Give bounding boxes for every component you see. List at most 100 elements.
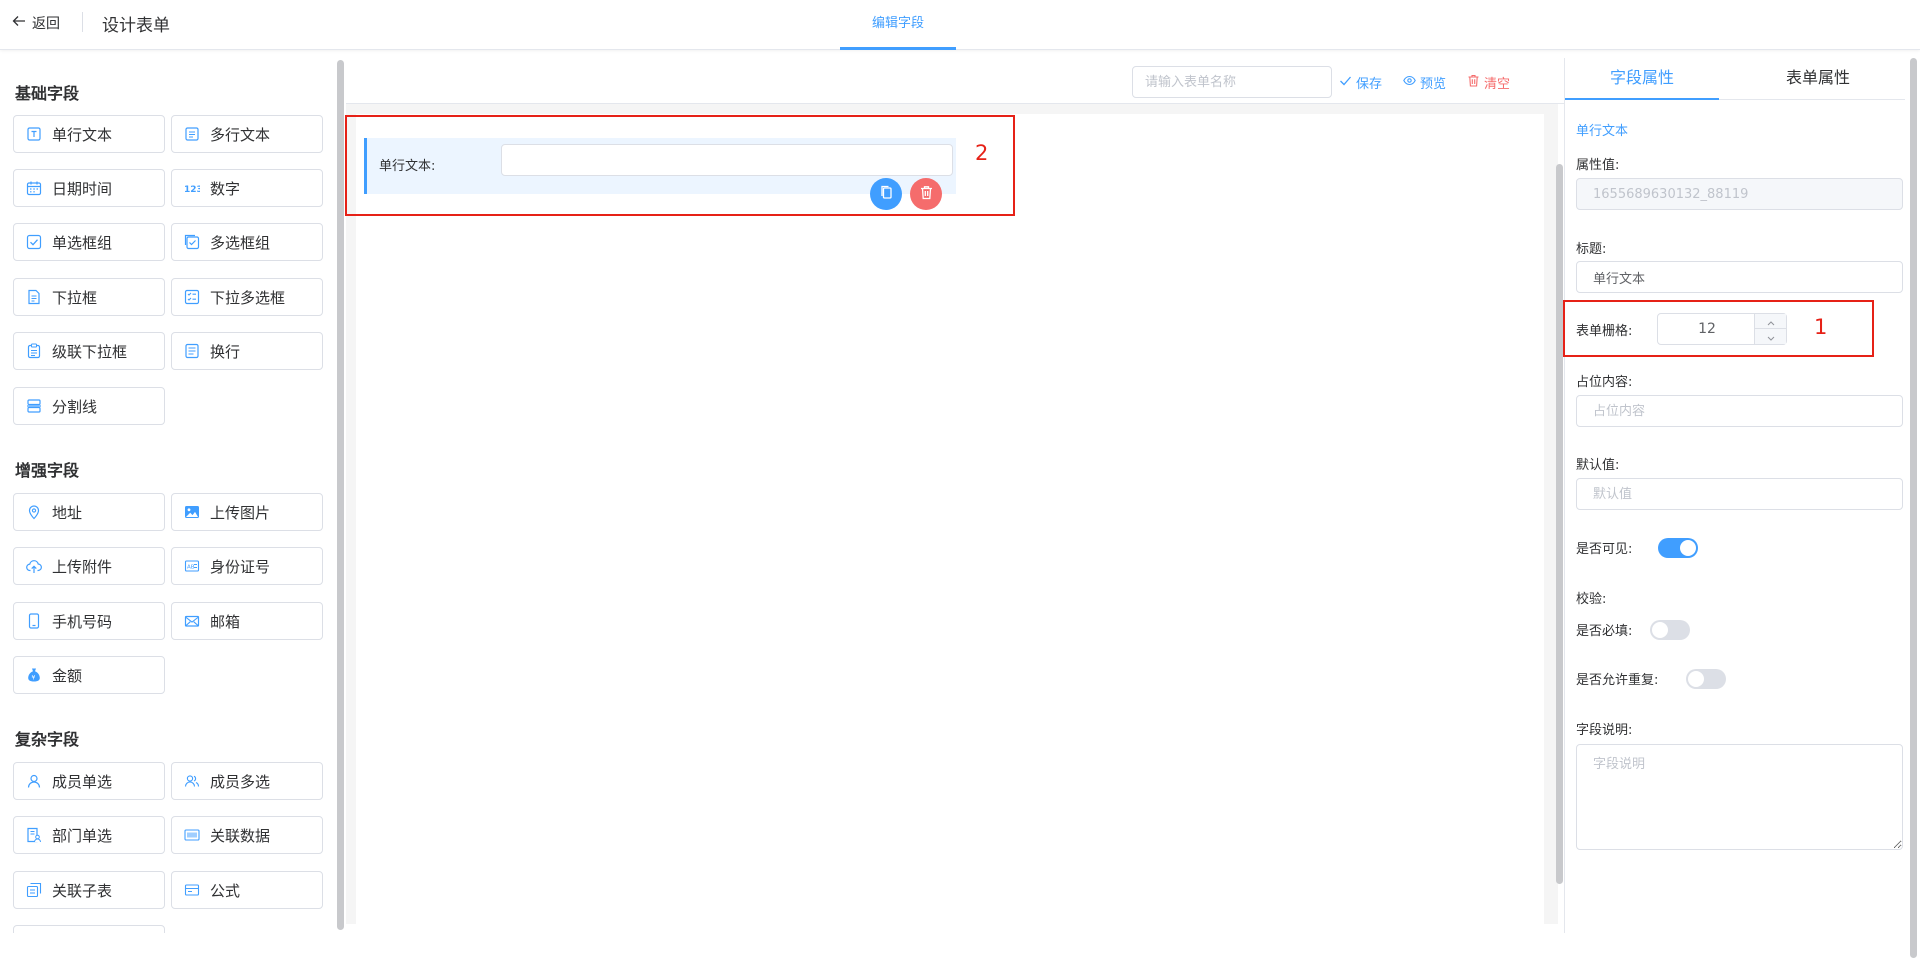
default-value-input[interactable] [1576, 478, 1903, 510]
field-related-data[interactable]: 关联数据 [171, 816, 323, 854]
visible-toggle[interactable] [1658, 538, 1698, 558]
field-label: 换行 [210, 342, 241, 361]
field-formula[interactable]: 公式 [171, 871, 323, 909]
field-label: 日期时间 [52, 179, 113, 198]
title-input[interactable] [1576, 261, 1903, 293]
users-icon [184, 773, 200, 789]
field-checkbox-group[interactable]: 多选框组 [171, 223, 323, 261]
eye-icon [1403, 74, 1416, 91]
group-title-basic: 基础字段 [15, 84, 80, 103]
page-title: 设计表单 [102, 16, 170, 36]
placeholder-input[interactable] [1576, 395, 1903, 427]
field-label: 分割线 [52, 397, 98, 416]
field-member-multi[interactable]: 成员多选 [171, 762, 323, 800]
field-upload-attachment[interactable]: 上传附件 [13, 547, 165, 585]
field-palette: 基础字段 单行文本 多行文本 日期时间 123 数字 单选框组 多选框组 下拉框… [0, 58, 336, 933]
field-label: 多行文本 [210, 125, 271, 144]
form-name-input[interactable] [1132, 66, 1332, 98]
tab-field-properties[interactable]: 字段属性 [1565, 58, 1719, 100]
radio-group-icon [26, 234, 42, 250]
toggle-knob [1680, 540, 1696, 556]
location-icon [26, 504, 42, 520]
preview-button[interactable]: 预览 [1403, 73, 1446, 92]
field-number[interactable]: 123 数字 [171, 169, 323, 207]
field-cascader[interactable]: 级联下拉框 [13, 332, 165, 370]
save-button[interactable]: 保存 [1339, 73, 1382, 92]
description-label: 字段说明: [1576, 723, 1633, 738]
field-email[interactable]: 邮箱 [171, 602, 323, 640]
field-label: 关联数据 [210, 826, 271, 845]
field-label: 身份证号 [210, 557, 271, 576]
phone-icon [26, 613, 42, 629]
multi-line-text-icon [184, 126, 200, 142]
arrow-left-icon [12, 14, 26, 32]
field-department-single[interactable]: 部门单选 [13, 816, 165, 854]
back-button[interactable]: 返回 [12, 13, 60, 33]
single-line-text-icon [26, 126, 42, 142]
image-icon [184, 504, 200, 520]
svg-text:123: 123 [184, 185, 200, 195]
field-address[interactable]: 地址 [13, 493, 165, 531]
money-bag-icon: ¥ [26, 667, 42, 683]
title-label: 标题: [1576, 242, 1607, 257]
annotation-label-2: 2 [975, 141, 989, 165]
properties-panel: 字段属性 表单属性 单行文本 属性值: 标题: 表单栅格: 12 占位内容: 默… [1564, 58, 1905, 933]
field-single-line-text[interactable]: 单行文本 [13, 115, 165, 153]
field-multi-select[interactable]: 下拉多选框 [171, 278, 323, 316]
id-card-icon: AB [184, 558, 200, 574]
tab-form-properties[interactable]: 表单属性 [1741, 58, 1895, 100]
field-type-label: 单行文本 [1576, 124, 1629, 139]
form-canvas[interactable]: 单行文本: [356, 114, 1563, 926]
field-label: 邮箱 [210, 612, 241, 631]
toggle-knob [1688, 671, 1704, 687]
user-icon [26, 773, 42, 789]
field-radio-group[interactable]: 单选框组 [13, 223, 165, 261]
field-label: 单行文本 [52, 125, 113, 144]
select-icon [26, 289, 42, 305]
field-label: 级联下拉框 [52, 342, 128, 361]
field-label: 成员单选 [52, 772, 113, 791]
default-value-label: 默认值: [1576, 458, 1620, 473]
required-toggle[interactable] [1650, 620, 1690, 640]
placeholder-label: 占位内容: [1576, 375, 1633, 390]
tab-edit-fields[interactable]: 编辑字段 [840, 0, 956, 50]
allow-duplicate-toggle[interactable] [1686, 669, 1726, 689]
canvas-scrollbar[interactable] [1556, 164, 1563, 884]
field-label: 下拉多选框 [210, 288, 286, 307]
field-id-card[interactable]: AB 身份证号 [171, 547, 323, 585]
description-textarea[interactable] [1576, 744, 1903, 850]
clear-button[interactable]: 清空 [1467, 73, 1510, 92]
field-upload-image[interactable]: 上传图片 [171, 493, 323, 531]
field-label: 多选框组 [210, 233, 271, 252]
clear-label: 清空 [1484, 77, 1511, 92]
field-member-single[interactable]: 成员单选 [13, 762, 165, 800]
mail-icon [184, 613, 200, 629]
field-label: 上传图片 [210, 503, 271, 522]
field-line-break[interactable]: 换行 [171, 332, 323, 370]
field-amount[interactable]: ¥ 金额 [13, 656, 165, 694]
field-label: 成员多选 [210, 772, 271, 791]
properties-tabs: 字段属性 表单属性 [1565, 58, 1905, 100]
field-datetime[interactable]: 日期时间 [13, 169, 165, 207]
left-panel-scrollbar[interactable] [337, 60, 344, 930]
right-panel-scrollbar[interactable] [1910, 58, 1917, 958]
validation-label: 校验: [1576, 592, 1607, 607]
preview-label: 预览 [1420, 77, 1447, 92]
field-multi-line-text[interactable]: 多行文本 [171, 115, 323, 153]
annotation-label-1: 1 [1814, 315, 1828, 339]
group-title-complex: 复杂字段 [15, 730, 80, 749]
top-bar: 返回 设计表单 编辑字段 [0, 0, 1920, 50]
canvas-toolbar: 保存 预览 清空 [346, 58, 1564, 104]
toggle-knob [1652, 622, 1668, 638]
field-divider[interactable]: 分割线 [13, 387, 165, 425]
field-phone[interactable]: 手机号码 [13, 602, 165, 640]
field-label: 下拉框 [52, 288, 98, 307]
svg-text:¥: ¥ [32, 675, 36, 682]
attr-value-input [1576, 178, 1903, 210]
field-more[interactable] [13, 925, 165, 933]
field-related-subtable[interactable]: 关联子表 [13, 871, 165, 909]
required-label: 是否必填: [1576, 624, 1633, 639]
field-label: 单选框组 [52, 233, 113, 252]
field-select[interactable]: 下拉框 [13, 278, 165, 316]
attr-value-label: 属性值: [1576, 158, 1620, 173]
